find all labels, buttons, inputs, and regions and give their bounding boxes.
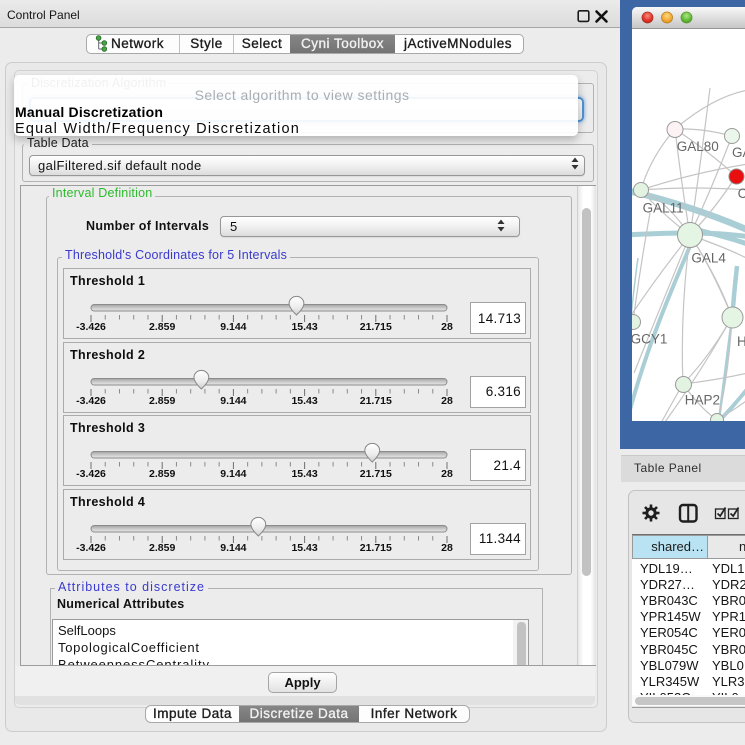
svg-text:9.144: 9.144 [220, 321, 246, 333]
svg-text:Threshold 1: Threshold 1 [70, 274, 145, 288]
svg-text:9.144: 9.144 [220, 468, 246, 480]
svg-text:Threshold 2: Threshold 2 [70, 348, 145, 362]
svg-text:Threshold 4: Threshold 4 [70, 495, 145, 509]
svg-text:21.715: 21.715 [360, 542, 392, 554]
svg-text:28: 28 [441, 321, 453, 333]
svg-text:GAL11: GAL11 [643, 201, 684, 216]
svg-text:21.715: 21.715 [360, 321, 392, 333]
svg-text:HAP2: HAP2 [685, 393, 720, 408]
svg-text:GAL4: GAL4 [691, 250, 726, 265]
svg-text:Threshold 3: Threshold 3 [70, 421, 145, 435]
svg-text:15.43: 15.43 [291, 468, 317, 480]
svg-text:-3.426: -3.426 [76, 321, 106, 333]
svg-text:15.43: 15.43 [291, 395, 317, 407]
svg-text:H: H [737, 334, 745, 349]
svg-text:-3.426: -3.426 [76, 395, 106, 407]
svg-text:2.859: 2.859 [149, 542, 175, 554]
svg-text:15.43: 15.43 [291, 542, 317, 554]
svg-text:2.859: 2.859 [149, 321, 175, 333]
svg-text:15.43: 15.43 [291, 321, 317, 333]
svg-text:GAL80: GAL80 [677, 139, 719, 154]
svg-text:28: 28 [441, 542, 453, 554]
svg-text:9.144: 9.144 [220, 542, 246, 554]
svg-text:28: 28 [441, 395, 453, 407]
svg-text:28: 28 [441, 468, 453, 480]
svg-text:GCY1: GCY1 [632, 331, 667, 346]
svg-text:2.859: 2.859 [149, 468, 175, 480]
svg-text:21.715: 21.715 [360, 395, 392, 407]
svg-text:GA: GA [732, 145, 745, 160]
svg-text:2.859: 2.859 [149, 395, 175, 407]
svg-text:9.144: 9.144 [220, 395, 246, 407]
svg-text:C: C [738, 186, 745, 201]
svg-text:-3.426: -3.426 [76, 468, 106, 480]
svg-text:-3.426: -3.426 [76, 542, 106, 554]
svg-text:21.715: 21.715 [360, 468, 392, 480]
